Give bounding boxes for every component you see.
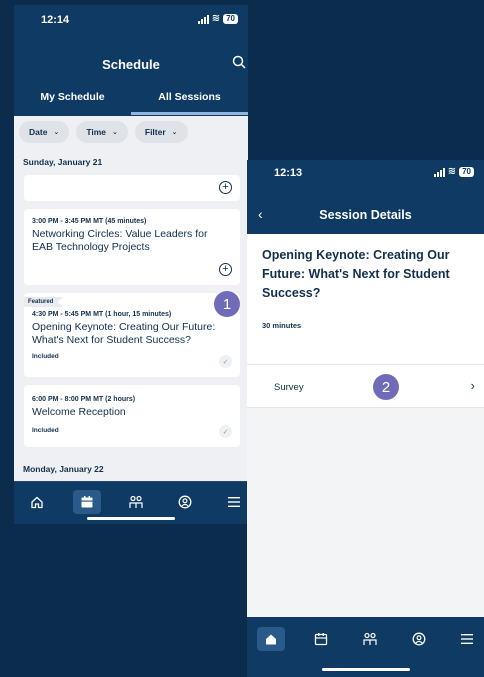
nav-profile-button[interactable] <box>405 627 433 651</box>
menu-icon <box>461 634 473 644</box>
nav-menu-button[interactable] <box>220 490 248 514</box>
day-header: Sunday, January 21 <box>23 157 103 167</box>
status-time: 12:13 <box>274 167 303 179</box>
filter-button[interactable]: Filter ⌄ <box>134 121 188 143</box>
nav-home-button[interactable] <box>23 490 51 514</box>
people-icon <box>129 495 143 508</box>
profile-icon <box>178 495 192 509</box>
home-indicator <box>87 517 175 520</box>
calendar-icon <box>314 633 328 646</box>
nav-profile-button[interactable] <box>171 490 199 514</box>
nav-people-button[interactable] <box>356 627 384 651</box>
signal-icon <box>197 14 209 24</box>
calendar-icon <box>81 496 93 508</box>
bottom-nav <box>247 617 484 677</box>
step-marker-1: 1 <box>214 291 240 317</box>
schedule-screen: 12:14 ≋ 70 Schedule My Schedule All Sess… <box>14 5 248 524</box>
wifi-icon: ≋ <box>211 13 221 24</box>
session-time: 4:30 PM - 5:45 PM MT (1 hour, 15 minutes… <box>32 311 172 318</box>
chevron-down-icon: ⌄ <box>53 129 60 136</box>
session-card[interactable]: 3:00 PM - 3:45 PM MT (45 minutes) Networ… <box>24 209 240 285</box>
home-icon <box>266 634 276 645</box>
filter-bar: Date ⌄ Time ⌄ Filter ⌄ <box>14 116 248 152</box>
wifi-icon: ≋ <box>447 166 457 177</box>
nav-schedule-button[interactable] <box>73 490 101 514</box>
add-session-icon[interactable]: + <box>219 181 232 194</box>
schedule-tabs: My Schedule All Sessions <box>14 91 248 115</box>
empty-area <box>247 408 484 617</box>
menu-icon <box>228 497 240 507</box>
battery-icon: 70 <box>223 14 238 24</box>
profile-icon <box>412 632 426 646</box>
time-filter-button[interactable]: Time ⌄ <box>76 121 128 143</box>
status-bar: 12:14 ≋ 70 <box>14 5 248 35</box>
header: 12:13 ≋ 70 ‹ Session Details <box>247 160 484 234</box>
people-icon <box>363 632 377 645</box>
tab-all-sessions[interactable]: All Sessions <box>131 91 248 115</box>
nav-schedule-button[interactable] <box>307 627 335 651</box>
battery-icon: 70 <box>459 167 474 177</box>
session-card[interactable]: 6:00 PM - 8:00 PM MT (2 hours) Welcome R… <box>24 385 240 447</box>
chevron-right-icon[interactable]: › <box>471 378 475 393</box>
date-filter-button[interactable]: Date ⌄ <box>19 121 70 143</box>
session-title: Opening Keynote: Creating Our Future: Wh… <box>262 248 450 300</box>
signal-icon <box>433 167 445 177</box>
survey-link[interactable]: Survey <box>274 382 304 393</box>
session-time: 6:00 PM - 8:00 PM MT (2 hours) <box>32 396 136 403</box>
session-list: Date ⌄ Time ⌄ Filter ⌄ Sunday, January 21 +… <box>14 116 248 481</box>
status-time: 12:14 <box>41 14 70 26</box>
day-header: Monday, January 22 <box>23 464 104 474</box>
home-indicator <box>321 668 410 671</box>
home-icon <box>31 496 43 509</box>
divider <box>247 364 484 365</box>
nav-home-button[interactable] <box>257 627 285 651</box>
chevron-down-icon: ⌄ <box>171 129 178 136</box>
session-card-featured[interactable]: Featured 4:30 PM - 5:45 PM MT (1 hour, 1… <box>24 293 240 377</box>
session-status: Included <box>32 427 59 434</box>
session-details-screen: 12:13 ≋ 70 ‹ Session Details Opening Key… <box>247 160 484 677</box>
step-marker-2: 2 <box>373 374 399 400</box>
session-status: Included <box>32 353 59 360</box>
chevron-down-icon: ⌄ <box>112 129 118 136</box>
session-duration: 30 minutes <box>262 321 302 330</box>
bottom-nav <box>14 481 248 524</box>
nav-people-button[interactable] <box>122 490 150 514</box>
session-name: Networking Circles: Value Leaders for EA… <box>32 228 208 253</box>
check-icon: ✓ <box>219 355 232 368</box>
tab-my-schedule[interactable]: My Schedule <box>14 91 131 111</box>
session-name: Welcome Reception <box>32 406 126 418</box>
session-card[interactable]: + <box>24 175 240 201</box>
page-title: Session Details <box>319 208 412 222</box>
check-icon: ✓ <box>219 425 232 438</box>
add-session-icon[interactable]: + <box>219 263 232 276</box>
search-icon[interactable] <box>232 55 246 69</box>
session-time: 3:00 PM - 3:45 PM MT (45 minutes) <box>32 218 147 225</box>
page-title: Schedule <box>102 57 160 72</box>
featured-badge: Featured <box>24 297 64 307</box>
session-name: Opening Keynote: Creating Our Future: Wh… <box>32 321 216 346</box>
nav-menu-button[interactable] <box>453 627 481 651</box>
